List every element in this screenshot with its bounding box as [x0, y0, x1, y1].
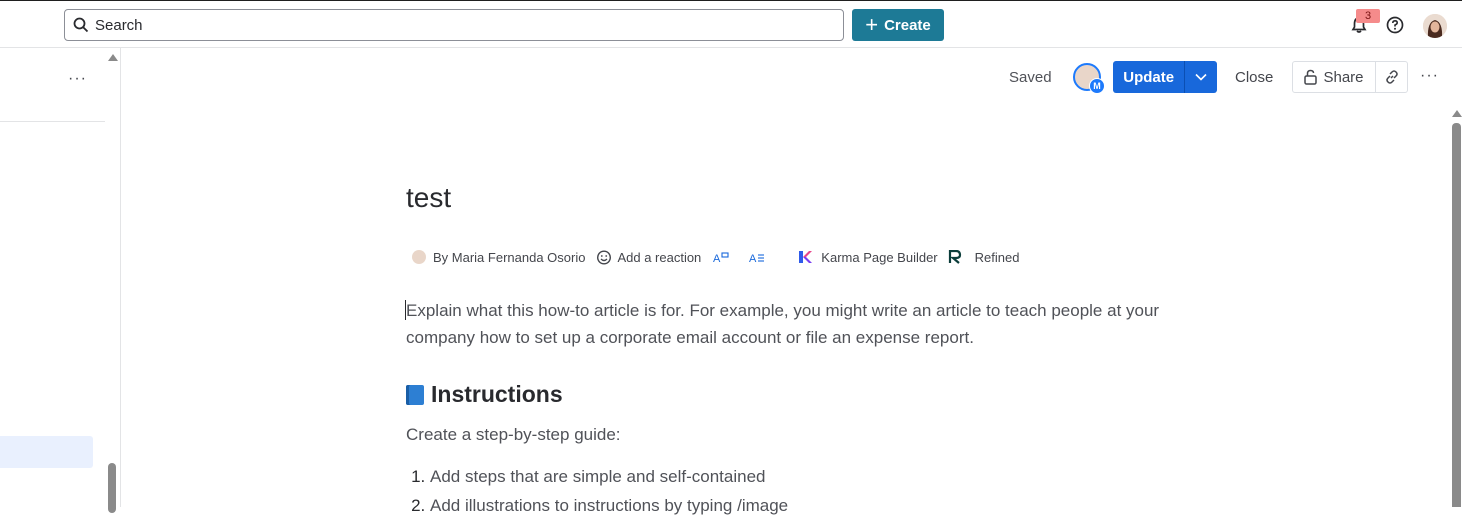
create-label: Create: [884, 16, 931, 34]
update-options-button[interactable]: [1185, 61, 1217, 93]
list-item[interactable]: Add illustrations to instructions by typ…: [430, 491, 788, 520]
sidebar-scroll-thumb[interactable]: [108, 463, 116, 513]
add-reaction-icon[interactable]: [596, 249, 612, 265]
help-icon[interactable]: [1386, 16, 1404, 34]
update-button[interactable]: Update: [1113, 61, 1186, 93]
steps-list: Add steps that are simple and self-conta…: [406, 462, 788, 520]
main-scroll-up-arrow[interactable]: [1452, 110, 1462, 117]
karma-logo-icon: [797, 249, 813, 265]
refined-link[interactable]: Refined: [975, 250, 1020, 265]
editor-initial-badge: M: [1089, 78, 1105, 94]
avatar-image: [1423, 14, 1447, 38]
share-button[interactable]: Share: [1292, 61, 1376, 93]
sidebar-item-selected[interactable]: [0, 436, 93, 468]
share-label: Share: [1323, 68, 1364, 86]
close-button[interactable]: Close: [1235, 69, 1273, 86]
save-status: Saved: [1009, 69, 1052, 86]
create-button[interactable]: + Create: [852, 9, 944, 41]
copy-link-button[interactable]: [1375, 61, 1408, 93]
translate-icon[interactable]: A: [713, 250, 729, 264]
sidebar: ···: [0, 48, 121, 513]
add-reaction-link[interactable]: Add a reaction: [617, 250, 701, 265]
link-icon: [1385, 70, 1398, 84]
svg-text:A: A: [749, 253, 757, 264]
instructions-subtext[interactable]: Create a step-by-step guide:: [406, 425, 621, 445]
author-name[interactable]: By Maria Fernanda Osorio: [433, 250, 585, 265]
sidebar-scrollbar[interactable]: [105, 48, 120, 507]
intro-paragraph[interactable]: Explain what this how-to article is for.…: [406, 297, 1206, 351]
book-icon: [406, 384, 424, 405]
chevron-down-icon: [1195, 73, 1207, 81]
karma-page-builder-link[interactable]: Karma Page Builder: [821, 250, 937, 265]
search-icon: [73, 17, 89, 33]
sidebar-divider: [0, 121, 105, 122]
instructions-heading-text: Instructions: [431, 381, 563, 407]
plus-icon: +: [865, 12, 879, 37]
editor-avatar[interactable]: M: [1073, 63, 1105, 94]
list-item[interactable]: Add steps that are simple and self-conta…: [430, 462, 788, 491]
author-avatar: [412, 250, 426, 264]
search-input[interactable]: Search: [64, 9, 844, 41]
sidebar-scroll-up-arrow[interactable]: [108, 54, 118, 61]
update-button-group: Update: [1113, 61, 1217, 93]
refined-logo-icon: [948, 250, 962, 264]
text-format-icon[interactable]: A: [749, 250, 765, 264]
main-scroll-thumb[interactable]: [1452, 123, 1461, 507]
sidebar-more-icon[interactable]: ···: [68, 70, 87, 88]
more-actions-icon[interactable]: ···: [1420, 67, 1439, 85]
page-byline: By Maria Fernanda Osorio Add a reaction …: [412, 248, 1019, 266]
svg-text:A: A: [713, 253, 721, 264]
notification-badge: 3: [1356, 9, 1380, 23]
lock-icon: [1304, 69, 1318, 85]
search-placeholder: Search: [95, 16, 143, 34]
top-navigation: Search + Create 3: [0, 0, 1462, 48]
user-avatar[interactable]: [1423, 14, 1447, 38]
page-title[interactable]: test: [406, 182, 451, 214]
instructions-heading[interactable]: Instructions: [406, 381, 563, 408]
